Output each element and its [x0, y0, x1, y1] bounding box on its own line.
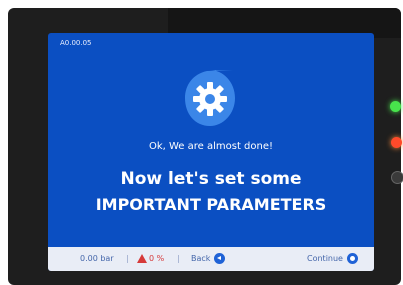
pressure-readout: 0.00 bar [80, 254, 114, 263]
warning-triangle-icon [137, 254, 147, 263]
circle-dot-icon [346, 253, 358, 264]
status-led-red [391, 137, 402, 148]
display-screen: A0.00.05 Ok, We are almost done! Now let… [48, 33, 374, 271]
gear-in-drop-icon [183, 68, 237, 128]
subtitle-text: Ok, We are almost done! [148, 141, 274, 152]
continue-button[interactable]: Continue [307, 253, 358, 264]
back-button[interactable]: Back [191, 253, 226, 264]
headline-line-1: Now let's set some [120, 169, 302, 189]
status-led-green [390, 101, 401, 112]
headline: Now let's set some IMPORTANT PARAMETERS [48, 167, 374, 217]
screen-id-code: A0.00.05 [60, 39, 92, 47]
chevron-left-circle-icon [214, 253, 226, 264]
headline-line-2: IMPORTANT PARAMETERS [95, 195, 327, 214]
alarm-indicator: 0 % [137, 254, 164, 263]
continue-label: Continue [307, 254, 343, 263]
pressure-value: 0.00 bar [80, 254, 114, 263]
back-label: Back [191, 254, 211, 263]
footer-separator: | [126, 254, 129, 263]
footer-separator: | [177, 254, 180, 263]
alarm-value: 0 % [149, 254, 165, 263]
footer-bar: 0.00 bar | 0 % | Back Continue [48, 247, 374, 271]
status-led-off [391, 171, 403, 184]
